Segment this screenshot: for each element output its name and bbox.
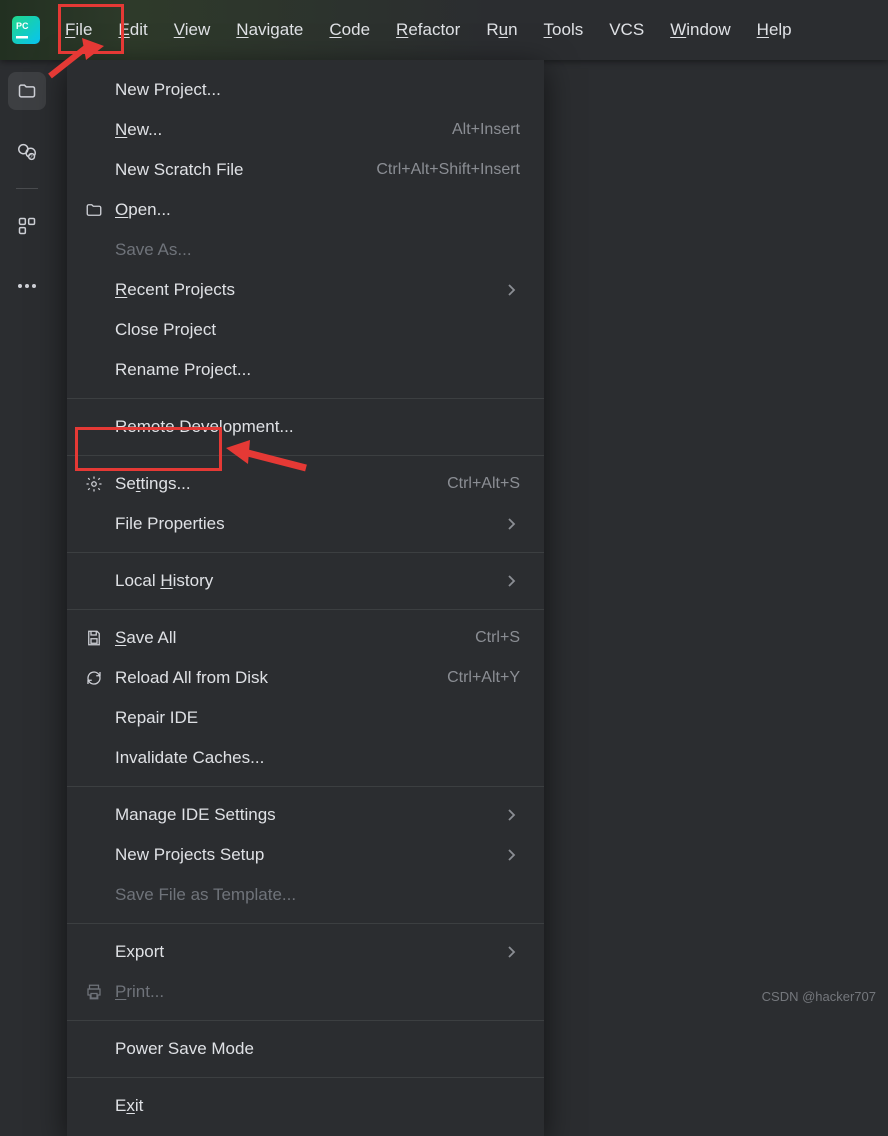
- menu-shortcut: Ctrl+S: [475, 629, 520, 647]
- menu-item-open[interactable]: Open...: [67, 190, 544, 230]
- menu-item-label: Remote Development...: [115, 417, 294, 437]
- menu-divider: [67, 786, 544, 787]
- menu-item-local-history[interactable]: Local History: [67, 561, 544, 601]
- menu-item-remote-development[interactable]: Remote Development...: [67, 407, 544, 447]
- sidebar: ?: [0, 60, 54, 1014]
- menu-item-new-scratch-file[interactable]: New Scratch File Ctrl+Alt+Shift+Insert: [67, 150, 544, 190]
- menu-item-settings[interactable]: Settings... Ctrl+Alt+S: [67, 464, 544, 504]
- menu-item-label: Export: [115, 942, 164, 962]
- menu-item-save-as: Save As...: [67, 230, 544, 270]
- chevron-right-icon: [506, 808, 520, 822]
- menu-item-label: File Properties: [115, 514, 225, 534]
- more-tool-windows-button[interactable]: [8, 267, 46, 305]
- folder-icon: [85, 201, 115, 219]
- menu-item-recent-projects[interactable]: Recent Projects: [67, 270, 544, 310]
- menu-run[interactable]: Run: [473, 14, 530, 46]
- menu-item-save-file-as-template: Save File as Template...: [67, 875, 544, 915]
- app-icon: PC: [12, 16, 40, 44]
- chevron-right-icon: [506, 848, 520, 862]
- menu-divider: [67, 1020, 544, 1021]
- menu-file[interactable]: File: [52, 14, 105, 46]
- menu-edit[interactable]: Edit: [105, 14, 160, 46]
- menu-item-new-projects-setup[interactable]: New Projects Setup: [67, 835, 544, 875]
- sidebar-separator: [16, 188, 38, 189]
- file-menu-dropdown: New Project... New... Alt+Insert New Scratc…: [67, 60, 544, 1136]
- menu-item-new[interactable]: New... Alt+Insert: [67, 110, 544, 150]
- project-tool-window-button[interactable]: [8, 72, 46, 110]
- menu-item-file-properties[interactable]: File Properties: [67, 504, 544, 544]
- menu-shortcut: Ctrl+Alt+Shift+Insert: [376, 161, 520, 179]
- menu-divider: [67, 1077, 544, 1078]
- print-icon: [85, 983, 115, 1001]
- menu-item-reload-all-from-disk[interactable]: Reload All from Disk Ctrl+Alt+Y: [67, 658, 544, 698]
- menu-divider: [67, 609, 544, 610]
- menu-item-label: Save As...: [115, 240, 192, 260]
- menu-item-label: Close Project: [115, 320, 216, 340]
- svg-text:?: ?: [29, 154, 33, 161]
- menu-divider: [67, 455, 544, 456]
- chevron-right-icon: [506, 283, 520, 297]
- menu-item-exit[interactable]: Exit: [67, 1086, 544, 1126]
- menu-item-label: New Scratch File: [115, 160, 243, 180]
- menubar: PC FileEditViewNavigateCodeRefactorRunTo…: [0, 0, 888, 60]
- menu-item-label: Manage IDE Settings: [115, 805, 276, 825]
- menu-item-label: Repair IDE: [115, 708, 198, 728]
- menu-window[interactable]: Window: [657, 14, 743, 46]
- menu-item-label: Print...: [115, 982, 164, 1002]
- menu-item-close-project[interactable]: Close Project: [67, 310, 544, 350]
- menu-refactor[interactable]: Refactor: [383, 14, 473, 46]
- menu-item-rename-project[interactable]: Rename Project...: [67, 350, 544, 390]
- menu-item-label: Save File as Template...: [115, 885, 296, 905]
- menu-divider: [67, 552, 544, 553]
- menu-divider: [67, 398, 544, 399]
- menu-item-label: New Projects Setup: [115, 845, 264, 865]
- menu-view[interactable]: View: [161, 14, 224, 46]
- menu-item-label: Recent Projects: [115, 280, 235, 300]
- menu-item-label: Rename Project...: [115, 360, 251, 380]
- menu-code[interactable]: Code: [316, 14, 383, 46]
- gear-icon: [85, 475, 115, 493]
- menu-item-label: Power Save Mode: [115, 1039, 254, 1059]
- menu-item-label: New...: [115, 120, 162, 140]
- menu-item-label: Local History: [115, 571, 213, 591]
- menu-item-invalidate-caches[interactable]: Invalidate Caches...: [67, 738, 544, 778]
- reload-icon: [85, 669, 115, 687]
- menu-item-label: Exit: [115, 1096, 143, 1116]
- menu-item-label: Save All: [115, 628, 176, 648]
- menu-item-new-project[interactable]: New Project...: [67, 70, 544, 110]
- svg-text:PC: PC: [16, 21, 29, 31]
- menu-item-export[interactable]: Export: [67, 932, 544, 972]
- menu-item-label: New Project...: [115, 80, 221, 100]
- menu-tools[interactable]: Tools: [531, 14, 597, 46]
- chevron-right-icon: [506, 517, 520, 531]
- ai-assistant-button[interactable]: ?: [8, 132, 46, 170]
- menu-item-label: Reload All from Disk: [115, 668, 268, 688]
- menu-shortcut: Alt+Insert: [452, 121, 520, 139]
- menu-item-save-all[interactable]: Save All Ctrl+S: [67, 618, 544, 658]
- menu-item-power-save-mode[interactable]: Power Save Mode: [67, 1029, 544, 1069]
- menu-vcs[interactable]: VCS: [596, 14, 657, 46]
- menu-shortcut: Ctrl+Alt+Y: [447, 669, 520, 687]
- menu-item-label: Invalidate Caches...: [115, 748, 264, 768]
- menu-shortcut: Ctrl+Alt+S: [447, 475, 520, 493]
- watermark: CSDN @hacker707: [762, 989, 876, 1004]
- menu-item-repair-ide[interactable]: Repair IDE: [67, 698, 544, 738]
- menu-help[interactable]: Help: [744, 14, 805, 46]
- menu-item-print: Print...: [67, 972, 544, 1012]
- menu-item-manage-ide-settings[interactable]: Manage IDE Settings: [67, 795, 544, 835]
- structure-tool-window-button[interactable]: [8, 207, 46, 245]
- menu-navigate[interactable]: Navigate: [223, 14, 316, 46]
- save-icon: [85, 629, 115, 647]
- menu-divider: [67, 923, 544, 924]
- menu-item-label: Open...: [115, 200, 171, 220]
- chevron-right-icon: [506, 574, 520, 588]
- menu-item-label: Settings...: [115, 474, 191, 494]
- chevron-right-icon: [506, 945, 520, 959]
